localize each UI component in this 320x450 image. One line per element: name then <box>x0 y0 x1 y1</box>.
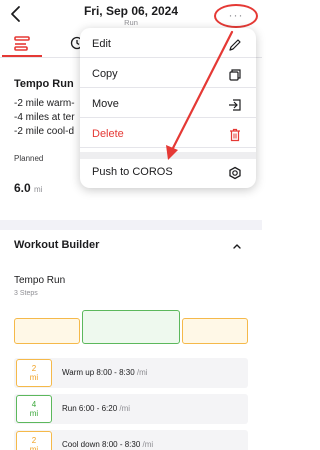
cooldown-bar[interactable] <box>182 318 248 344</box>
badge-value: 2 <box>31 364 37 373</box>
planned-unit: mi <box>34 185 43 194</box>
workout-title: Tempo Run <box>14 78 74 90</box>
menu-item-label: Push to COROS <box>92 166 173 178</box>
step-label: Cool down <box>62 440 100 449</box>
menu-separator <box>80 152 256 159</box>
tab-details-icon[interactable] <box>12 34 32 54</box>
step-text: Warm up 8:00 - 8:30 /mi <box>62 368 148 377</box>
step-label: Warm up <box>62 368 95 377</box>
step-pace: 8:00 - 8:30 <box>102 440 141 449</box>
step-text: Run 6:00 - 6:20 /mi <box>62 404 130 413</box>
planned-value: 6.0 <box>14 181 31 195</box>
builder-workout-name: Tempo Run <box>14 275 66 286</box>
menu-item-label: Copy <box>92 68 118 80</box>
chevron-up-icon[interactable] <box>232 241 242 251</box>
coros-icon <box>229 166 241 180</box>
planned-label: Planned <box>14 154 44 163</box>
top-bar: Fri, Sep 06, 2024 Run ··· <box>0 0 262 30</box>
description-line: -2 mile warm- <box>14 98 75 109</box>
copy-icon <box>229 69 241 81</box>
planned-distance: 6.0 mi <box>14 181 42 195</box>
step-pace-unit: /mi <box>119 404 131 413</box>
active-tab-indicator <box>2 55 42 57</box>
more-dots-icon: ··· <box>228 8 244 22</box>
builder-title: Workout Builder <box>14 239 100 251</box>
menu-item-copy[interactable]: Copy <box>80 62 256 88</box>
step-pace-unit: /mi <box>136 368 148 377</box>
move-icon <box>229 99 241 111</box>
step-row[interactable]: 4 mi Run 6:00 - 6:20 /mi <box>14 394 248 424</box>
badge-unit: mi <box>29 445 39 450</box>
step-distance-badge: 4 mi <box>16 395 52 423</box>
step-distance-badge: 2 mi <box>16 359 52 387</box>
step-row[interactable]: 2 mi Warm up 8:00 - 8:30 /mi <box>14 358 248 388</box>
more-options-button[interactable]: ··· <box>214 4 258 28</box>
badge-value: 2 <box>31 436 37 445</box>
menu-item-edit[interactable]: Edit <box>80 32 256 58</box>
menu-item-delete[interactable]: Delete <box>80 122 256 148</box>
menu-item-label: Edit <box>92 38 111 50</box>
step-row[interactable]: 2 mi Cool down 8:00 - 8:30 /mi <box>14 430 248 450</box>
step-distance-badge: 2 mi <box>16 431 52 450</box>
trash-icon <box>230 128 240 142</box>
pencil-icon <box>229 39 241 51</box>
step-pace: 6:00 - 6:20 <box>78 404 118 413</box>
context-menu: Edit Copy Move Delete Push to COROS <box>80 28 256 188</box>
section-divider <box>0 220 262 230</box>
steps-count: 3 Steps <box>14 290 38 297</box>
menu-item-move[interactable]: Move <box>80 92 256 118</box>
step-label: Run <box>62 404 77 413</box>
warmup-bar[interactable] <box>14 318 80 344</box>
step-text: Cool down 8:00 - 8:30 /mi <box>62 440 153 449</box>
step-pace-unit: /mi <box>142 440 154 449</box>
step-pace: 8:00 - 8:30 <box>96 368 135 377</box>
run-bar[interactable] <box>82 310 180 344</box>
description-line: -2 mile cool-d <box>14 126 75 137</box>
badge-value: 4 <box>31 400 37 409</box>
menu-item-label: Delete <box>92 128 124 140</box>
menu-item-label: Move <box>92 98 119 110</box>
menu-item-push-to-coros[interactable]: Push to COROS <box>80 160 256 186</box>
description-line: -4 miles at ter <box>14 112 75 123</box>
badge-unit: mi <box>29 409 39 418</box>
badge-unit: mi <box>29 373 39 382</box>
